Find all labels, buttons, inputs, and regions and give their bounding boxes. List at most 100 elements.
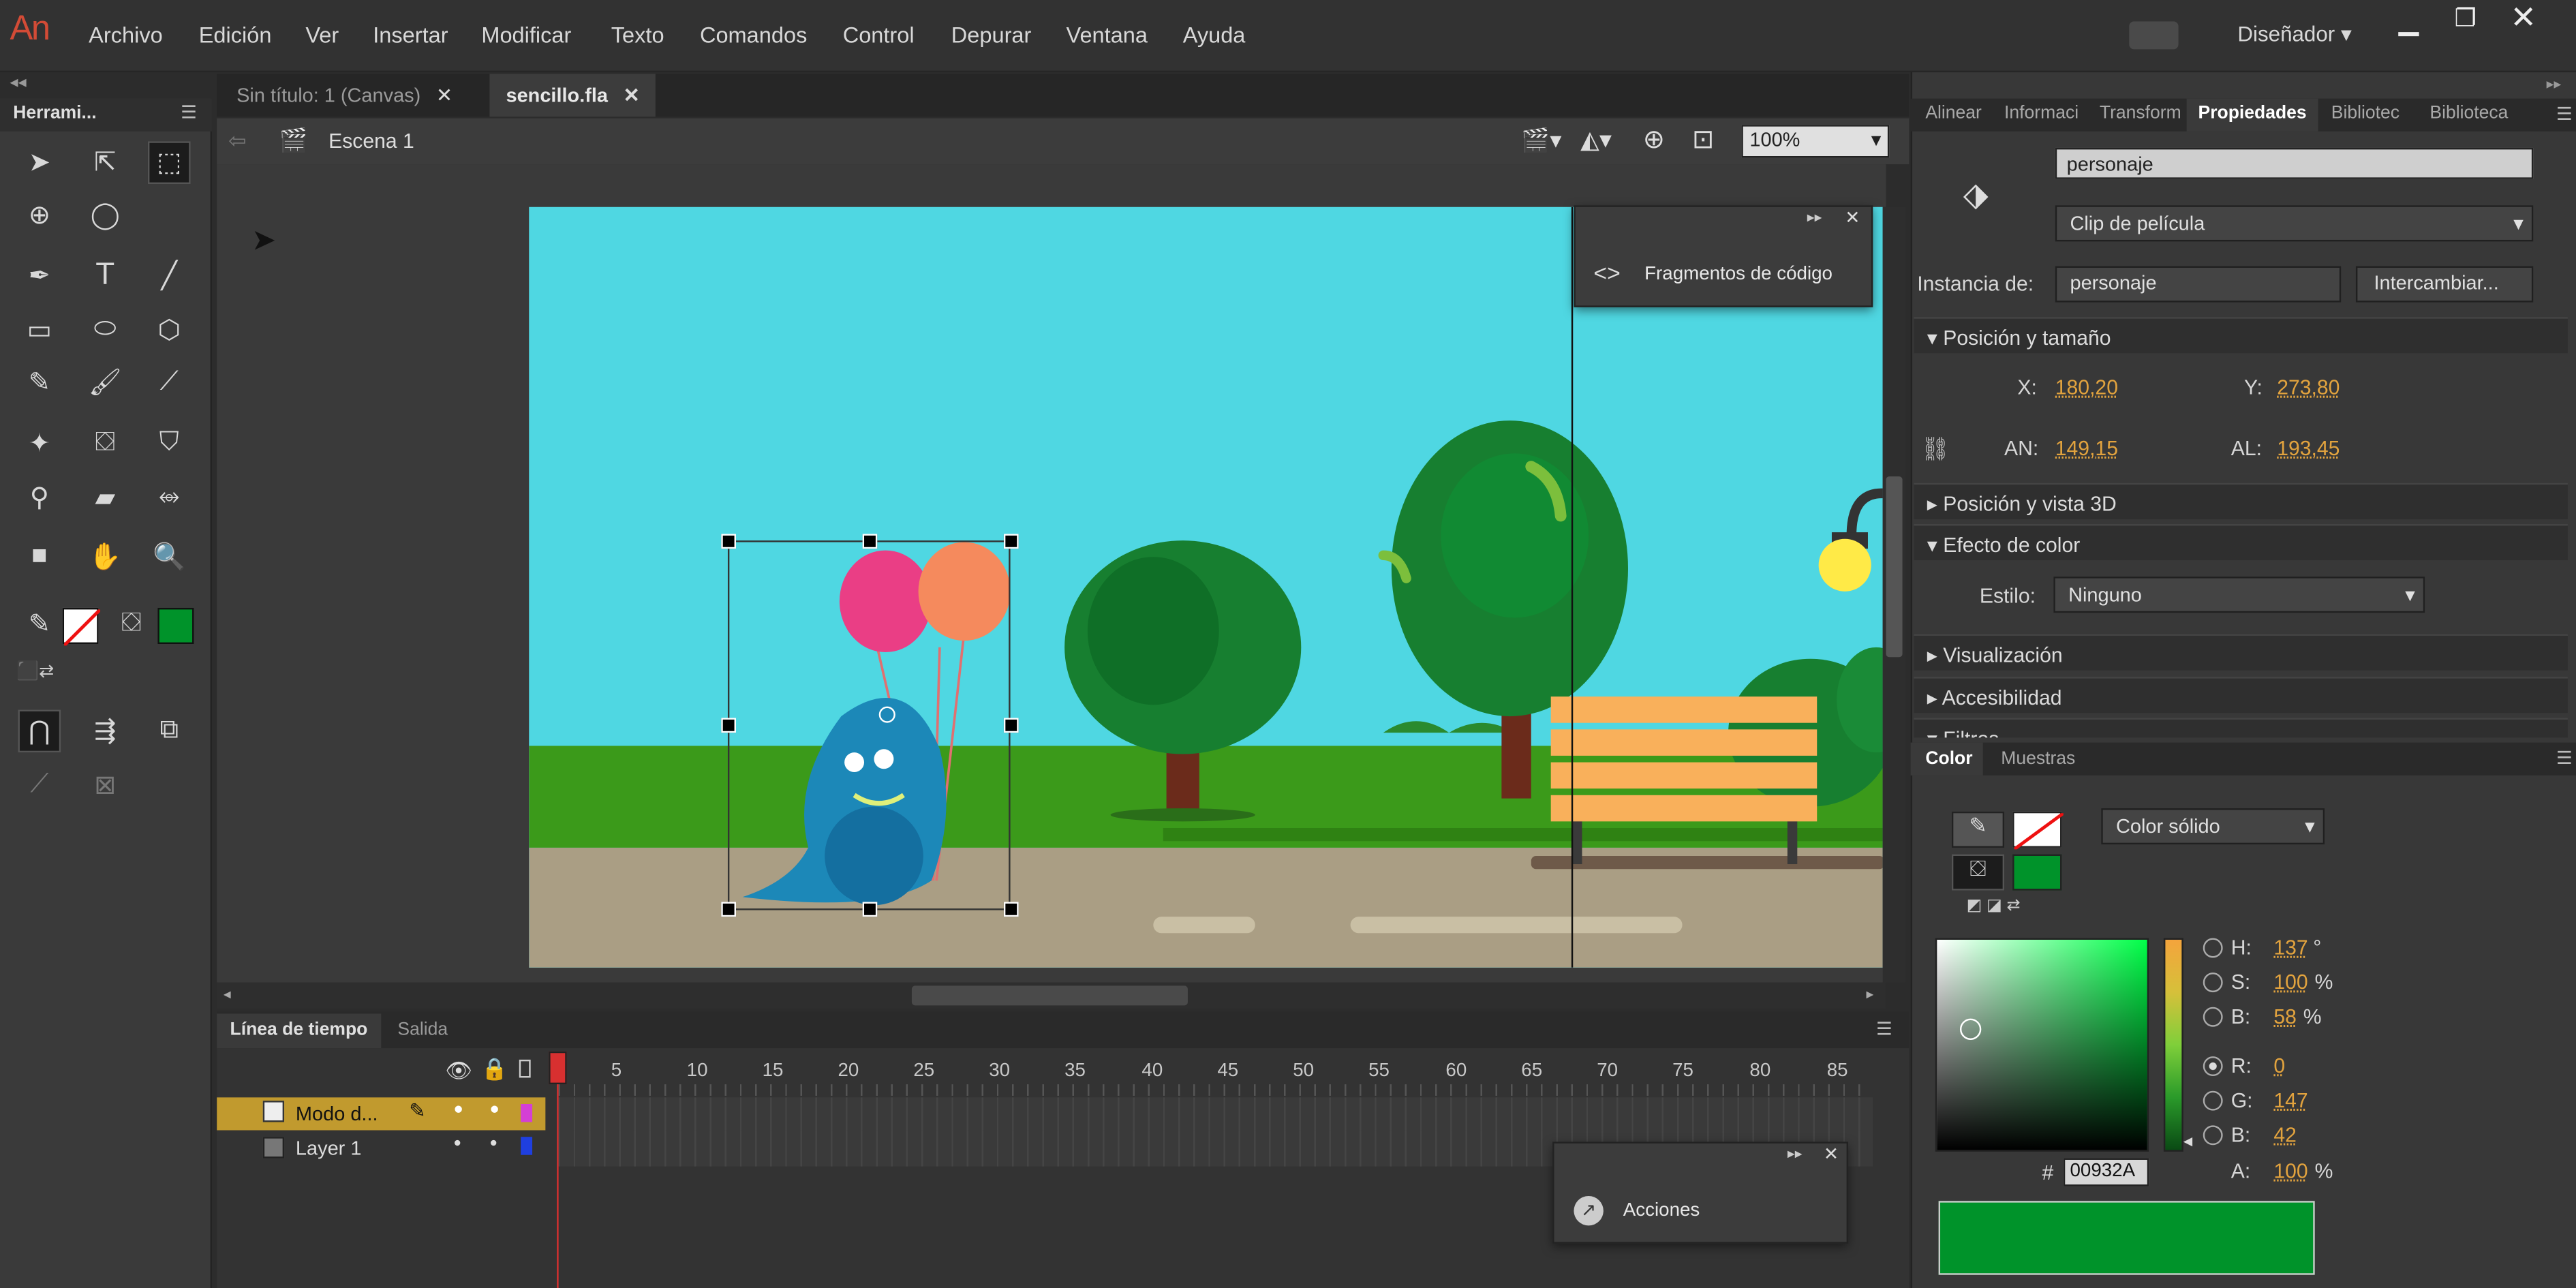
rectangle-tool-icon[interactable]: ▭ xyxy=(18,309,61,352)
rotate-option-icon[interactable]: ⟋ xyxy=(18,764,61,807)
tab-informacion[interactable]: Informaci xyxy=(2004,104,2079,123)
close-panel-icon[interactable]: ✕ xyxy=(1824,1144,1839,1165)
y-value[interactable]: 273,80 xyxy=(2277,376,2340,399)
straighten-icon[interactable]: ⧉ xyxy=(148,709,191,752)
minimize-icon[interactable]: ▁ xyxy=(2399,5,2419,37)
show-hide-icon[interactable]: 👁 xyxy=(445,1058,472,1084)
zoom-tool-icon[interactable]: 🔍 xyxy=(148,536,191,579)
scroll-right-icon[interactable]: ▸ xyxy=(1867,985,1874,1004)
transform-handle[interactable] xyxy=(721,902,736,917)
hand-tool-icon[interactable]: ✋ xyxy=(84,536,127,579)
snap-magnet-icon[interactable]: ⋂ xyxy=(18,709,61,753)
transform-handle[interactable] xyxy=(1003,718,1019,733)
blue-value[interactable]: 42 xyxy=(2273,1124,2297,1147)
section-filters[interactable]: ▾ Filtros xyxy=(1914,718,2568,738)
transform-handle[interactable] xyxy=(721,718,736,733)
layer-name[interactable]: Layer 1 xyxy=(296,1137,362,1160)
tab-sin-titulo[interactable]: Sin título: 1 (Canvas) ✕ xyxy=(220,74,469,117)
line-tool-icon[interactable]: ╱ xyxy=(148,255,191,298)
width-tool-icon[interactable]: ⥈ xyxy=(148,476,191,519)
free-transform-tool-icon[interactable]: ⬚ xyxy=(147,141,191,184)
style-select[interactable]: Ninguno ▾ xyxy=(2053,577,2425,613)
stroke-color-icon[interactable]: ✎ xyxy=(18,603,61,646)
section-display[interactable]: ▸ Visualización xyxy=(1914,634,2568,671)
polystar-tool-icon[interactable]: ⬡ xyxy=(148,309,191,352)
vertical-scroll-thumb[interactable] xyxy=(1886,476,1903,658)
edit-scene-icon[interactable]: 🎬▾ xyxy=(1521,127,1561,155)
menu-ventana[interactable]: Ventana xyxy=(1067,23,1148,48)
workspace-switcher[interactable]: Diseñador ▾ xyxy=(2237,21,2351,48)
menu-comandos[interactable]: Comandos xyxy=(700,23,807,48)
section-color-effect[interactable]: ▾ Efecto de color xyxy=(1914,524,2568,561)
height-value[interactable]: 193,45 xyxy=(2277,437,2340,460)
collapse-panel-icon[interactable]: ▸▸ xyxy=(2547,76,2562,94)
x-value[interactable]: 180,20 xyxy=(2055,376,2118,399)
swap-button[interactable]: Intercambiar... xyxy=(2355,266,2534,303)
transform-bounding-box[interactable] xyxy=(727,540,1011,910)
sync-settings-icon[interactable] xyxy=(2129,21,2179,50)
bone-tool-icon[interactable]: ✦ xyxy=(18,423,61,465)
g-value[interactable]: 147 xyxy=(2273,1089,2307,1112)
expand-panel-icon[interactable]: ▸▸ xyxy=(1807,209,1822,227)
stage-canvas[interactable] xyxy=(529,206,1883,968)
radio-b[interactable] xyxy=(2203,1007,2223,1027)
fill-color-icon[interactable]: ⛋ xyxy=(110,603,153,646)
horizontal-scroll-thumb[interactable] xyxy=(911,985,1188,1006)
paint-bucket-tool-icon[interactable]: ⛋ xyxy=(84,423,127,465)
menu-edicion[interactable]: Edición xyxy=(199,23,272,48)
eraser-tool-icon[interactable]: ▰ xyxy=(84,476,127,519)
b-value[interactable]: 58 xyxy=(2273,1005,2297,1028)
fill-type-select[interactable]: Color sólido ▾ xyxy=(2101,808,2325,845)
close-panel-icon[interactable]: ✕ xyxy=(1845,207,1860,228)
tab-sencillo[interactable]: sencillo.fla ✕ xyxy=(489,74,656,117)
lasso-tool-icon[interactable]: ◯ xyxy=(84,194,127,236)
r-value[interactable]: 0 xyxy=(2273,1055,2285,1078)
brush-tool-icon[interactable]: ⟋ xyxy=(148,361,191,404)
tab-color[interactable]: Color xyxy=(1925,749,1972,769)
lock-dot[interactable]: ● xyxy=(489,1101,500,1119)
s-value[interactable]: 100 xyxy=(2273,971,2307,994)
3d-rotation-tool-icon[interactable]: ⊕ xyxy=(18,194,61,236)
menu-archivo[interactable]: Archivo xyxy=(89,23,163,48)
section-accessibility[interactable]: ▸ Accesibilidad xyxy=(1914,677,2568,714)
visibility-dot[interactable]: ● xyxy=(453,1135,461,1150)
tab-transformar[interactable]: Transform xyxy=(2100,104,2181,123)
hue-slider-handle[interactable]: ◂ xyxy=(2183,1131,2192,1152)
stroke-swatch[interactable] xyxy=(2012,811,2065,851)
width-value[interactable]: 149,15 xyxy=(2055,437,2118,460)
section-pos-3d[interactable]: ▸ Posición y vista 3D xyxy=(1914,482,2568,519)
tab-biblioteca-1[interactable]: Bibliotec xyxy=(2331,104,2399,123)
tab-biblioteca-2[interactable]: Biblioteca xyxy=(2429,104,2508,123)
timeline-menu-icon[interactable]: ☰ xyxy=(1876,1019,1892,1040)
transform-handle[interactable] xyxy=(1003,902,1019,917)
menu-control[interactable]: Control xyxy=(843,23,915,48)
expand-panel-icon[interactable]: ▸▸ xyxy=(1788,1145,1803,1163)
layer-color-swatch[interactable] xyxy=(521,1103,533,1122)
color-picker-marker[interactable] xyxy=(1959,1018,1982,1040)
link-chain-icon[interactable]: ⛓ xyxy=(1920,435,1950,463)
lock-icon[interactable]: 🔒 xyxy=(481,1056,508,1083)
symbol-type-select[interactable]: Clip de película ▾ xyxy=(2055,205,2534,242)
back-arrow-icon[interactable]: ⇦ xyxy=(228,128,246,155)
playhead[interactable] xyxy=(549,1051,567,1085)
menu-depurar[interactable]: Depurar xyxy=(951,23,1032,48)
fill-color-swatch[interactable] xyxy=(157,607,194,644)
radio-r[interactable] xyxy=(2203,1056,2223,1077)
oval-tool-icon[interactable]: ⬭ xyxy=(84,309,127,352)
subselection-tool-icon[interactable]: ⇱ xyxy=(84,141,127,184)
swap-colors-icon[interactable]: ⬛⇄ xyxy=(16,660,54,682)
alpha-value[interactable]: 100 xyxy=(2273,1160,2307,1183)
eyedropper-tool-icon[interactable]: ⚲ xyxy=(18,476,61,519)
restore-icon[interactable]: ❐ xyxy=(2455,3,2477,33)
selection-tool-icon[interactable]: ➤ xyxy=(18,141,61,184)
radio-blue[interactable] xyxy=(2203,1125,2223,1146)
transform-handle[interactable] xyxy=(721,534,736,549)
default-colors-icon[interactable]: ◩ ◪ ⇄ xyxy=(1967,897,2021,915)
smooth-icon[interactable]: ⇶ xyxy=(84,709,127,752)
color-picker-field[interactable] xyxy=(1935,938,2149,1152)
scroll-left-icon[interactable]: ◂ xyxy=(224,985,231,1004)
menu-ayuda[interactable]: Ayuda xyxy=(1183,23,1246,48)
panel-menu-icon[interactable]: ☰ xyxy=(2556,748,2573,769)
h-value[interactable]: 137 xyxy=(2273,936,2307,960)
transform-handle[interactable] xyxy=(1003,534,1019,549)
